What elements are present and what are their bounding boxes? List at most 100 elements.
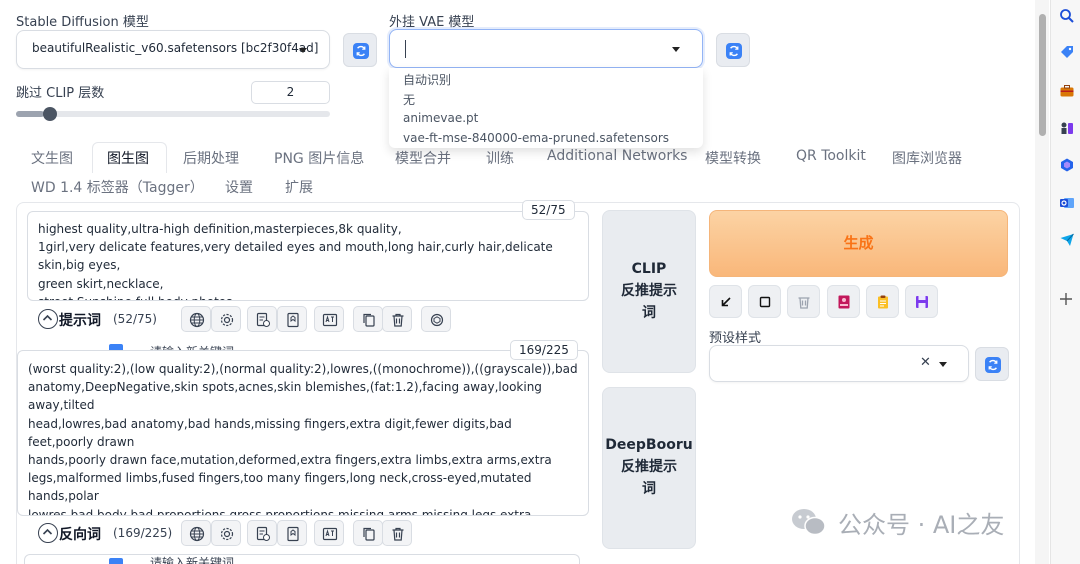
refresh-icon	[985, 357, 1001, 373]
negative-section-count: (169/225)	[113, 526, 173, 540]
styles-select[interactable]: ✕	[709, 345, 969, 382]
tab-img2img[interactable]: 图生图	[107, 148, 149, 168]
watermark-text: 公众号 · AI之友	[838, 511, 1005, 539]
plus-icon[interactable]	[1059, 292, 1073, 306]
favorites-button[interactable]	[277, 306, 307, 332]
clip-skip-slider-handle[interactable]	[43, 107, 57, 121]
checkbox[interactable]	[109, 558, 123, 564]
clip-skip-label: 跳过 CLIP 层数	[16, 86, 105, 101]
clip-skip-input[interactable]: 2	[251, 81, 330, 104]
translate-text-button[interactable]	[314, 520, 344, 546]
clear-prompt-button[interactable]	[787, 285, 820, 318]
refresh-icon	[726, 43, 742, 59]
browser-sidebar	[1050, 0, 1080, 564]
prompt-section-label: 提示词	[59, 313, 101, 329]
tab-txt2img[interactable]: 文生图	[31, 148, 73, 168]
negative-prompt-textarea[interactable]: (worst quality:2),(low quality:2),(norma…	[17, 350, 589, 516]
arrow-down-left-icon	[721, 297, 731, 307]
copy-button[interactable]	[353, 306, 383, 332]
bookmark-icon	[287, 526, 299, 542]
tab-wd-tagger[interactable]: WD 1.4 标签器（Tagger）	[31, 177, 204, 197]
tab-qr-toolkit[interactable]: QR Toolkit	[796, 148, 866, 164]
tab-settings[interactable]: 设置	[225, 177, 253, 197]
vae-option-ft-mse[interactable]: vae-ft-mse-840000-ema-pruned.safetensors	[403, 131, 669, 145]
new-keyword-hint: 请输入新关键词	[150, 556, 235, 564]
vae-option-auto[interactable]: 自动识别	[403, 71, 451, 88]
save-style-button[interactable]	[905, 285, 938, 318]
history-button[interactable]	[247, 520, 277, 546]
clear-button[interactable]	[382, 520, 412, 546]
tab-extensions[interactable]: 扩展	[285, 177, 313, 197]
trash-icon	[392, 313, 404, 327]
clear-button[interactable]	[382, 306, 412, 332]
vae-label: 外挂 VAE 模型	[389, 15, 475, 30]
gpt-button[interactable]	[421, 306, 451, 332]
refresh-icon	[353, 43, 369, 59]
model-refresh-button[interactable]	[343, 33, 377, 67]
collapse-chevron-icon[interactable]	[38, 523, 58, 543]
globe-icon	[189, 526, 205, 542]
chess-icon[interactable]	[1059, 120, 1075, 136]
vae-option-animevae[interactable]: animevae.pt	[403, 111, 478, 125]
read-params-button[interactable]	[709, 285, 742, 318]
tab-image-browser[interactable]: 图库浏览器	[892, 148, 962, 168]
copilot-icon[interactable]	[1059, 157, 1075, 173]
model-label: Stable Diffusion 模型	[16, 15, 149, 30]
settings-button[interactable]	[211, 520, 241, 546]
model-select-value: beautifulRealistic_v60.safetensors [bc2f…	[32, 41, 319, 55]
copy-icon	[363, 313, 375, 327]
tab-extras[interactable]: 后期处理	[183, 148, 239, 168]
translate-button[interactable]	[181, 520, 211, 546]
prompt-token-counter: 52/75	[522, 200, 575, 220]
search-icon[interactable]	[1059, 8, 1075, 24]
vae-refresh-button[interactable]	[716, 33, 750, 67]
apply-style-button[interactable]	[866, 285, 899, 318]
translate-button[interactable]	[181, 306, 211, 332]
interrogate-clip-button[interactable]: CLIP 反推提示 词	[602, 210, 696, 373]
trash-icon	[798, 297, 810, 309]
outlook-icon[interactable]	[1059, 195, 1075, 211]
generate-button[interactable]: 生成	[709, 210, 1008, 277]
globe-icon	[189, 312, 205, 328]
collapse-chevron-icon[interactable]	[38, 309, 58, 329]
translate-text-button[interactable]	[314, 306, 344, 332]
extra-networks-button[interactable]	[827, 285, 860, 318]
copy-button[interactable]	[353, 520, 383, 546]
picture-card-icon	[838, 295, 850, 309]
clip-skip-slider-track[interactable]	[16, 111, 330, 117]
favorites-button[interactable]	[277, 520, 307, 546]
bookmark-icon	[287, 312, 299, 328]
page-scrollbar-thumb[interactable]	[1039, 14, 1046, 136]
chevron-down-icon	[672, 47, 680, 52]
gear-icon	[220, 527, 234, 541]
prompt-textarea[interactable]: highest quality,ultra-high definition,ma…	[27, 211, 589, 301]
translate-icon	[322, 313, 338, 327]
tab-train[interactable]: 训练	[486, 148, 514, 168]
vae-option-none[interactable]: 无	[403, 91, 415, 108]
clipboard-icon	[878, 295, 888, 309]
wechat-logo-icon	[790, 507, 828, 537]
paste-params-button[interactable]	[748, 285, 781, 318]
briefcase-icon[interactable]	[1059, 83, 1075, 99]
vae-select[interactable]	[389, 29, 703, 68]
styles-refresh-button[interactable]	[975, 347, 1009, 381]
floppy-disk-icon	[916, 296, 928, 308]
vae-dropdown-menu: 自动识别 无 animevae.pt vae-ft-mse-840000-ema…	[389, 68, 703, 148]
styles-label: 预设样式	[709, 331, 762, 346]
tag-icon[interactable]	[1059, 44, 1075, 60]
clear-icon[interactable]: ✕	[920, 355, 931, 370]
history-button[interactable]	[247, 306, 277, 332]
tab-additional-networks[interactable]: Additional Networks	[547, 148, 687, 164]
send-icon[interactable]	[1059, 232, 1075, 248]
settings-button[interactable]	[211, 306, 241, 332]
model-select[interactable]: beautifulRealistic_v60.safetensors [bc2f…	[16, 30, 330, 69]
chevron-down-icon	[299, 48, 307, 53]
chevron-down-icon	[939, 362, 947, 367]
tab-png-info[interactable]: PNG 图片信息	[274, 148, 364, 168]
square-icon	[759, 296, 771, 308]
tab-model-merge[interactable]: 模型合并	[395, 148, 451, 168]
interrogate-deepbooru-button[interactable]: DeepBooru 反推提示 词	[602, 387, 696, 549]
tab-model-convert[interactable]: 模型转换	[705, 148, 761, 168]
trash-icon	[392, 527, 404, 541]
gear-icon	[220, 313, 234, 327]
